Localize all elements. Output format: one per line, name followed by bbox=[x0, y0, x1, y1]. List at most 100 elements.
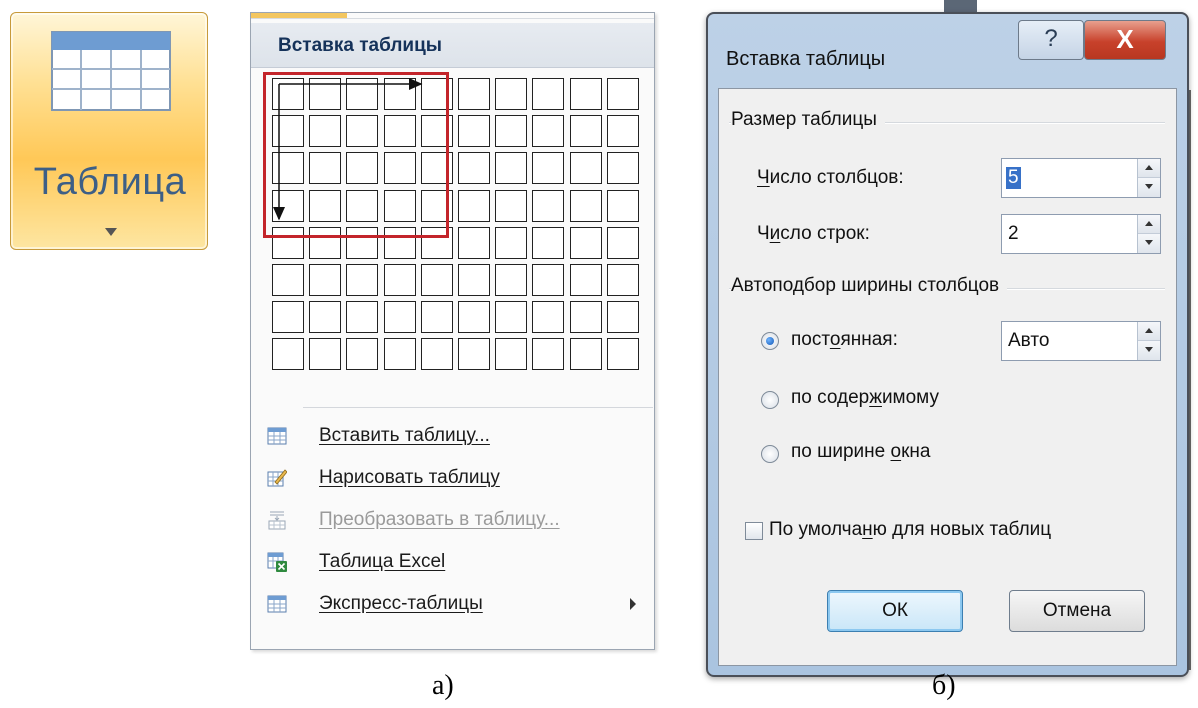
dialog-title: Вставка таблицы bbox=[726, 48, 886, 70]
close-button[interactable]: X bbox=[1084, 20, 1166, 60]
grid-cell[interactable] bbox=[569, 301, 602, 334]
grid-cell[interactable] bbox=[495, 226, 528, 259]
grid-cell[interactable] bbox=[532, 115, 565, 148]
grid-cell[interactable] bbox=[458, 78, 490, 110]
table-size-grid[interactable] bbox=[251, 69, 654, 399]
grid-cell[interactable] bbox=[532, 152, 565, 185]
help-icon: ? bbox=[1044, 25, 1058, 52]
grid-cell[interactable] bbox=[569, 338, 602, 371]
fixed-width-label-prefix: пост bbox=[791, 329, 830, 350]
fixed-width-radio[interactable] bbox=[761, 332, 779, 350]
grid-cell[interactable] bbox=[495, 78, 528, 110]
grid-cell[interactable] bbox=[569, 226, 602, 259]
fixed-width-label-text: янная: bbox=[840, 329, 898, 350]
grid-cell[interactable] bbox=[606, 189, 639, 222]
table-ribbon-label: Таблица bbox=[33, 161, 187, 203]
grid-cell[interactable] bbox=[495, 189, 528, 222]
columns-down-button[interactable] bbox=[1138, 178, 1160, 197]
excel-table-label: Таблица Excel bbox=[319, 551, 446, 572]
autofit-content-prefix: по содер bbox=[791, 387, 870, 408]
grid-cell[interactable] bbox=[532, 338, 565, 371]
grid-cell[interactable] bbox=[532, 189, 565, 222]
grid-cell[interactable] bbox=[346, 264, 379, 296]
rows-up-button[interactable] bbox=[1138, 215, 1160, 234]
grid-cell[interactable] bbox=[532, 264, 565, 296]
grid-cell[interactable] bbox=[606, 226, 639, 259]
autofit-window-prefix: по ширине bbox=[791, 441, 891, 462]
quick-tables-icon bbox=[267, 595, 287, 613]
grid-cell[interactable] bbox=[346, 338, 379, 371]
grid-cell[interactable] bbox=[383, 301, 416, 334]
grid-cell[interactable] bbox=[569, 264, 602, 296]
table-ribbon-button[interactable]: Таблица bbox=[10, 12, 208, 250]
convert-to-table-icon bbox=[268, 511, 286, 530]
rows-stepper[interactable]: 2 bbox=[1001, 214, 1161, 254]
grid-cell[interactable] bbox=[569, 189, 602, 222]
grid-cell[interactable] bbox=[272, 338, 304, 371]
grid-cell[interactable] bbox=[420, 301, 453, 334]
autofit-window-accesskey: о bbox=[890, 441, 902, 462]
grid-cell[interactable] bbox=[346, 301, 379, 334]
grid-cell[interactable] bbox=[606, 338, 639, 371]
grid-cell[interactable] bbox=[420, 338, 453, 371]
grid-cell[interactable] bbox=[458, 226, 490, 259]
grid-cell[interactable] bbox=[606, 115, 639, 148]
grid-cell[interactable] bbox=[458, 189, 490, 222]
caption-a: а) bbox=[432, 670, 454, 701]
grid-cell[interactable] bbox=[458, 338, 490, 371]
grid-cell[interactable] bbox=[569, 78, 602, 110]
grid-cell[interactable] bbox=[383, 264, 416, 296]
cancel-button[interactable]: Отмена bbox=[1009, 590, 1145, 632]
columns-label-accesskey: Ч bbox=[757, 167, 770, 188]
grid-cell[interactable] bbox=[495, 115, 528, 148]
grid-cell[interactable] bbox=[272, 264, 304, 296]
grid-cell[interactable] bbox=[606, 264, 639, 296]
convert-to-table-item[interactable]: Преобразовать в таблицу... bbox=[251, 501, 654, 541]
fixed-width-down-button[interactable] bbox=[1138, 341, 1160, 360]
grid-cell[interactable] bbox=[420, 264, 453, 296]
help-button[interactable]: ? bbox=[1018, 20, 1084, 60]
grid-cell[interactable] bbox=[383, 338, 416, 371]
grid-cell[interactable] bbox=[606, 301, 639, 334]
grid-cell[interactable] bbox=[309, 264, 342, 296]
grid-cell[interactable] bbox=[309, 338, 342, 371]
excel-table-item[interactable]: Таблица Excel bbox=[251, 543, 654, 583]
autofit-content-radio[interactable] bbox=[761, 391, 779, 409]
fixed-width-stepper[interactable]: Авто bbox=[1001, 321, 1161, 361]
grid-cell[interactable] bbox=[495, 152, 528, 185]
grid-cell[interactable] bbox=[569, 115, 602, 148]
grid-cell[interactable] bbox=[606, 152, 639, 185]
grid-cell[interactable] bbox=[309, 301, 342, 334]
grid-cell[interactable] bbox=[532, 301, 565, 334]
insert-table-item[interactable]: Вставить таблицу... bbox=[251, 417, 654, 457]
columns-label: Число столбцов: bbox=[757, 167, 904, 189]
menu-separator bbox=[303, 407, 653, 408]
grid-cell[interactable] bbox=[458, 264, 490, 296]
grid-cell[interactable] bbox=[569, 152, 602, 185]
grid-cell[interactable] bbox=[458, 115, 490, 148]
draw-table-item[interactable]: Нарисовать таблицу bbox=[251, 459, 654, 499]
grid-cell[interactable] bbox=[606, 78, 639, 110]
grid-cell[interactable] bbox=[532, 226, 565, 259]
grid-cell[interactable] bbox=[495, 301, 528, 334]
columns-stepper[interactable]: 5 bbox=[1001, 158, 1161, 198]
grid-cell[interactable] bbox=[495, 338, 528, 371]
rows-down-button[interactable] bbox=[1138, 234, 1160, 253]
default-for-new-tables-label: По умолчаню для новых таблиц bbox=[769, 519, 1051, 541]
draw-table-icon bbox=[267, 469, 287, 487]
ok-button[interactable]: ОК bbox=[827, 590, 963, 632]
autofit-window-radio[interactable] bbox=[761, 445, 779, 463]
grid-cell[interactable] bbox=[532, 78, 565, 110]
fixed-width-value: Авто bbox=[1008, 330, 1050, 351]
default-for-new-tables-checkbox[interactable] bbox=[745, 522, 763, 540]
grid-cell[interactable] bbox=[495, 264, 528, 296]
quick-tables-item[interactable]: Экспресс-таблицы bbox=[251, 585, 654, 625]
grid-cell[interactable] bbox=[458, 301, 490, 334]
grid-cell[interactable] bbox=[272, 301, 304, 334]
columns-up-button[interactable] bbox=[1138, 159, 1160, 178]
grid-cell[interactable] bbox=[458, 152, 490, 185]
fixed-width-up-button[interactable] bbox=[1138, 322, 1160, 341]
grid-selection-frame bbox=[263, 72, 449, 238]
rows-label-prefix: Ч bbox=[757, 223, 770, 244]
autofit-content-label: по содержимому bbox=[791, 387, 939, 409]
